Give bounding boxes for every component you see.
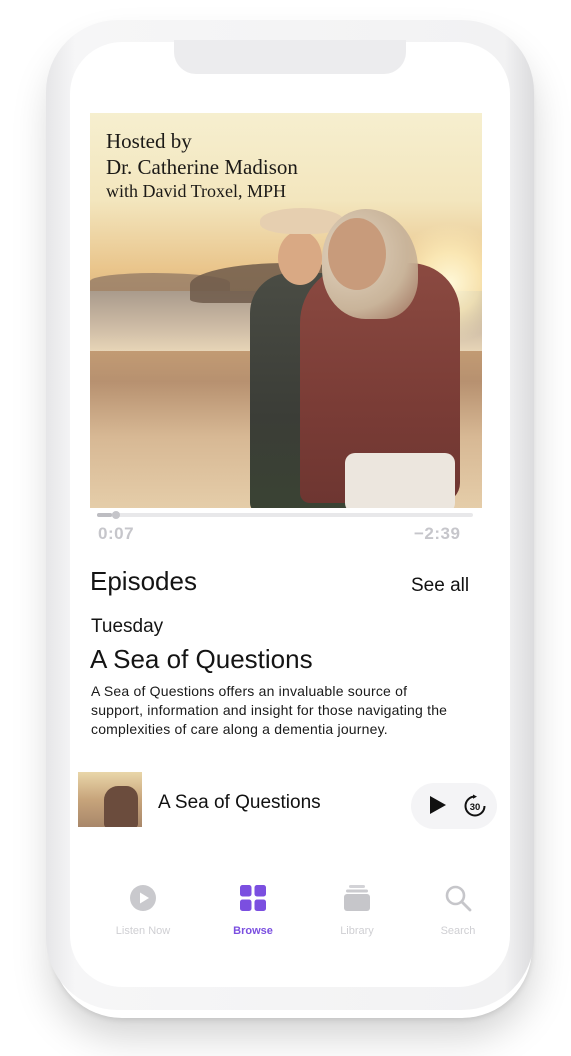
phone-notch	[174, 40, 406, 74]
mini-player-title[interactable]: A Sea of Questions	[158, 792, 321, 814]
play-icon[interactable]	[430, 796, 446, 814]
artwork-hosted-by: Hosted by	[106, 129, 192, 153]
progress-fill	[97, 513, 113, 517]
artwork-host-name: Dr. Catherine Madison	[106, 155, 298, 179]
artwork-man-head	[278, 231, 322, 285]
progress-track[interactable]	[97, 513, 473, 517]
see-all-link[interactable]: See all	[411, 575, 469, 597]
tab-library[interactable]: Library	[317, 884, 397, 937]
artwork-woman-head	[328, 218, 386, 290]
tab-browse[interactable]: Browse	[213, 884, 293, 937]
elapsed-time: 0:07	[98, 524, 135, 543]
episode-description: A Sea of Questions offers an invaluable …	[91, 683, 448, 737]
artwork-pants	[345, 453, 455, 508]
play-circle-icon	[130, 885, 156, 911]
episode-day: Tuesday	[91, 616, 164, 637]
episode-title[interactable]: A Sea of Questions	[90, 644, 313, 675]
tab-label: Browse	[233, 925, 273, 937]
episodes-heading: Episodes	[90, 566, 197, 596]
library-icon	[344, 885, 370, 911]
tab-search[interactable]: Search	[418, 884, 498, 937]
progress-handle[interactable]	[112, 511, 120, 519]
mini-player-artwork[interactable]	[78, 772, 142, 827]
search-icon	[445, 885, 472, 912]
tab-label: Listen Now	[115, 925, 171, 937]
artwork-cohost-name: with David Troxel, MPH	[106, 181, 287, 201]
podcast-artwork: Hosted by Dr. Catherine Madison with Dav…	[90, 113, 482, 508]
tab-label: Library	[340, 925, 374, 937]
skip-label: 30	[470, 802, 481, 813]
tab-listen-now[interactable]: Listen Now	[103, 884, 183, 937]
grid-icon	[240, 885, 266, 911]
skip-forward-30-icon[interactable]: 30	[463, 794, 487, 818]
mini-artwork-figure	[104, 786, 138, 827]
tab-label: Search	[440, 925, 476, 937]
remaining-time: −2:39	[414, 524, 461, 543]
